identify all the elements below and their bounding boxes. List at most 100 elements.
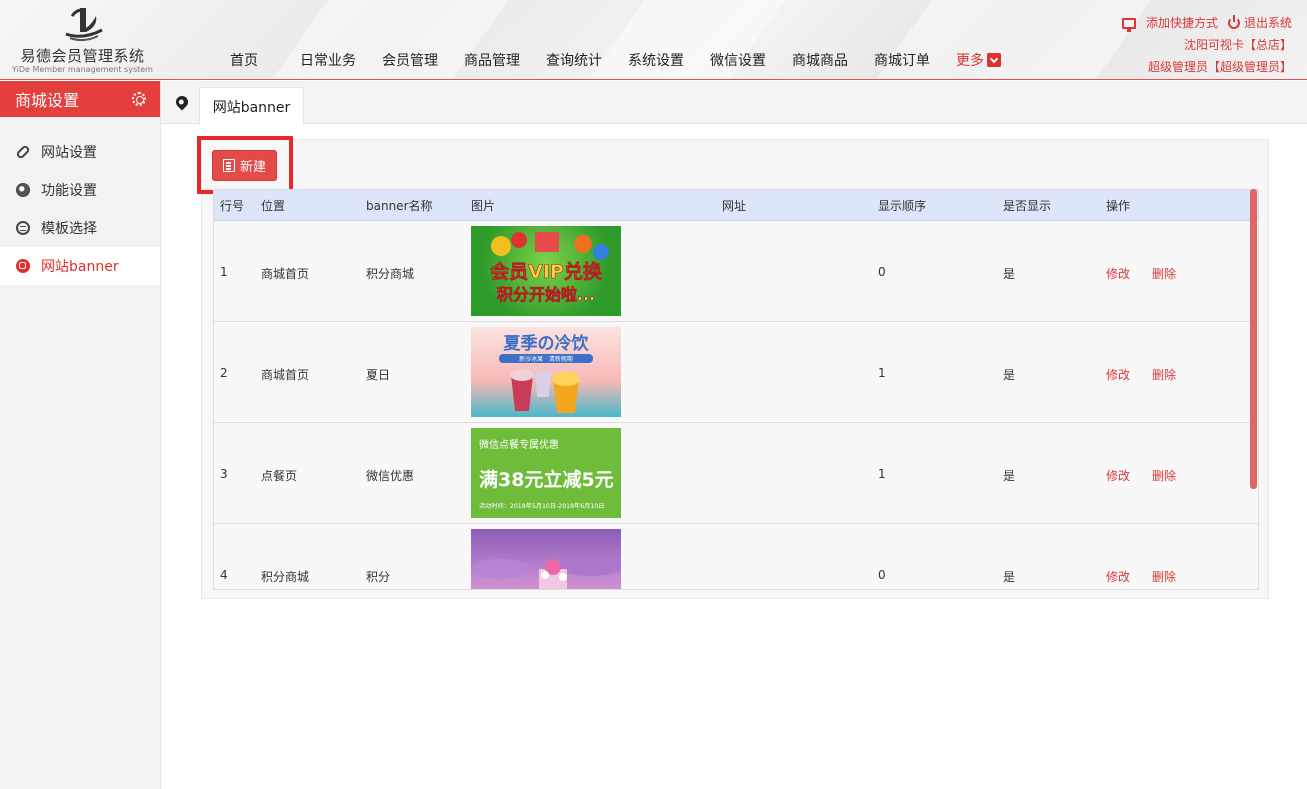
cell-no: 2 <box>220 366 228 380</box>
delete-link[interactable]: 删除 <box>1152 366 1176 383</box>
add-shortcut-label: 添加快捷方式 <box>1145 16 1218 30</box>
user-info: 添加快捷方式 退出系统 沈阳可视卡【总店】 超级管理员【超级管理员】 <box>1121 12 1292 78</box>
nav-item-mall-orders[interactable]: 商城订单 <box>874 50 930 70</box>
banner-table: 行号 位置 banner名称 图片 网址 显示顺序 是否显示 操作 1 商城首页… <box>213 189 1259 590</box>
nav-item-mall-goods[interactable]: 商城商品 <box>792 50 848 70</box>
banner-image <box>471 529 621 589</box>
new-button[interactable]: 新建 <box>212 150 277 181</box>
store-name: 沈阳可视卡【总店】 <box>1183 38 1292 52</box>
user-role: 超级管理员【超级管理员】 <box>1147 60 1292 74</box>
brand-logo[interactable]: 易德会员管理系统 YiDe Member management system <box>10 4 155 76</box>
banner-image: 微信点餐专属优惠 满38元立减5元 活动时间：2018年5月10日-2018年6… <box>471 428 621 518</box>
cell-visible: 是 <box>1003 368 1016 382</box>
nav-item-goods[interactable]: 商品管理 <box>464 50 520 70</box>
location-pin-icon <box>173 93 191 111</box>
chevron-down-icon <box>987 53 1001 67</box>
link-icon <box>15 144 31 160</box>
cell-visible: 是 <box>1003 469 1016 483</box>
banner-image: 会员VIP兑换 积分开始啦... <box>471 226 621 316</box>
edit-link[interactable]: 修改 <box>1106 366 1130 383</box>
nav-item-daily[interactable]: 日常业务 <box>300 50 356 70</box>
gear-icon[interactable] <box>132 92 146 106</box>
table-header: 行号 位置 banner名称 图片 网址 显示顺序 是否显示 操作 <box>214 190 1258 221</box>
delete-link[interactable]: 删除 <box>1152 467 1176 484</box>
add-shortcut-link[interactable]: 添加快捷方式 <box>1121 12 1218 34</box>
main-nav: 首页 日常业务 会员管理 商品管理 查询统计 系统设置 微信设置 商城商品 商城… <box>218 50 1027 70</box>
table-row: 2 商城首页 夏日 夏季の冷饮 新沙冰果 · 清新假期 1 是 修改 删除 <box>214 322 1258 423</box>
sidebar-menu: 网站设置 功能设置 模板选择 网站banner <box>0 133 160 285</box>
banner-icon <box>16 259 30 273</box>
banner-image-art <box>471 554 621 589</box>
brand-name-cn: 易德会员管理系统 <box>20 47 145 65</box>
brand-name-en: YiDe Member management system <box>12 65 153 74</box>
screen-icon <box>1121 17 1136 32</box>
sidebar: 商城设置 网站设置 功能设置 模板选择 网站banner <box>0 81 161 789</box>
table-row: 1 商城首页 积分商城 会员VIP兑换 积分开始啦... 0 是 修改 删除 <box>214 221 1258 322</box>
power-icon <box>1227 15 1240 29</box>
cell-order: 1 <box>878 467 886 481</box>
header-image: 图片 <box>471 198 496 213</box>
edit-link[interactable]: 修改 <box>1106 568 1130 585</box>
nav-item-stats[interactable]: 查询统计 <box>546 50 602 70</box>
header-name: banner名称 <box>366 198 433 213</box>
table-row: 3 点餐页 微信优惠 微信点餐专属优惠 满38元立减5元 活动时间：2018年5… <box>214 423 1258 524</box>
banner-image: 夏季の冷饮 新沙冰果 · 清新假期 <box>471 327 621 417</box>
cell-name: 微信优惠 <box>366 469 415 483</box>
nav-item-more[interactable]: 更多 <box>956 50 1001 70</box>
cell-visible: 是 <box>1003 570 1016 584</box>
cell-name: 夏日 <box>366 368 391 382</box>
cell-position: 积分商城 <box>261 570 310 584</box>
banner-image-art: 夏季の冷饮 新沙冰果 · 清新假期 <box>499 333 593 413</box>
sidebar-item-template[interactable]: 模板选择 <box>0 209 160 247</box>
sidebar-item-label: 网站设置 <box>41 145 97 161</box>
header-order: 显示顺序 <box>878 198 927 213</box>
cell-position: 点餐页 <box>261 469 298 483</box>
sidebar-item-label: 模板选择 <box>41 221 97 237</box>
banner-text-2: 满38元立减5元 <box>479 468 614 491</box>
tab-banner[interactable]: 网站banner <box>199 87 304 125</box>
delete-link[interactable]: 删除 <box>1152 568 1176 585</box>
header-url: 网址 <box>722 198 747 213</box>
cell-no: 3 <box>220 467 228 481</box>
sidebar-item-site-settings[interactable]: 网站设置 <box>0 133 160 171</box>
header-visible: 是否显示 <box>1003 198 1052 213</box>
cell-visible: 是 <box>1003 267 1016 281</box>
cell-name: 积分商城 <box>366 267 415 281</box>
banner-text-2: 新沙冰果 · 清新假期 <box>519 355 573 363</box>
cell-position: 商城首页 <box>261 267 310 281</box>
nav-item-system[interactable]: 系统设置 <box>628 50 684 70</box>
nav-more-label: 更多 <box>956 53 984 69</box>
logout-label: 退出系统 <box>1243 16 1292 30</box>
banner-text-1: 微信点餐专属优惠 <box>479 438 559 451</box>
edit-link[interactable]: 修改 <box>1106 467 1130 484</box>
sidebar-item-label: 功能设置 <box>41 183 97 199</box>
banner-image-art: 微信点餐专属优惠 满38元立减5元 活动时间：2018年5月10日-2018年6… <box>479 438 614 510</box>
table-row: 4 积分商城 积分 0 是 修改 删除 <box>214 524 1258 589</box>
nav-item-wechat[interactable]: 微信设置 <box>710 50 766 70</box>
delete-link[interactable]: 删除 <box>1152 265 1176 282</box>
nav-item-home[interactable]: 首页 <box>230 50 258 70</box>
globe-icon <box>16 183 30 197</box>
banner-text-1: 会员VIP兑换 <box>490 260 603 283</box>
sidebar-header: 商城设置 <box>0 81 160 117</box>
cell-no: 4 <box>220 568 228 582</box>
logout-link[interactable]: 退出系统 <box>1227 12 1292 34</box>
cell-position: 商城首页 <box>261 368 310 382</box>
sidebar-item-function-settings[interactable]: 功能设置 <box>0 171 160 209</box>
edit-link[interactable]: 修改 <box>1106 265 1130 282</box>
top-header: 易德会员管理系统 YiDe Member management system 首… <box>0 0 1307 80</box>
header-position: 位置 <box>261 198 286 213</box>
sidebar-item-banner[interactable]: 网站banner <box>0 247 160 285</box>
header-no: 行号 <box>220 198 245 213</box>
banner-image-art: 会员VIP兑换 积分开始啦... <box>490 232 609 304</box>
logo-icon <box>65 8 103 42</box>
cell-no: 1 <box>220 265 228 279</box>
sidebar-title: 商城设置 <box>15 91 80 110</box>
sidebar-item-label: 网站banner <box>41 259 119 275</box>
new-button-label: 新建 <box>239 160 266 175</box>
table-scrollbar[interactable] <box>1250 189 1257 489</box>
banner-text-1: 夏季の冷饮 <box>504 333 590 354</box>
nav-item-members[interactable]: 会员管理 <box>382 50 438 70</box>
banner-text-2: 积分开始啦... <box>497 285 595 304</box>
cell-order: 1 <box>878 366 886 380</box>
